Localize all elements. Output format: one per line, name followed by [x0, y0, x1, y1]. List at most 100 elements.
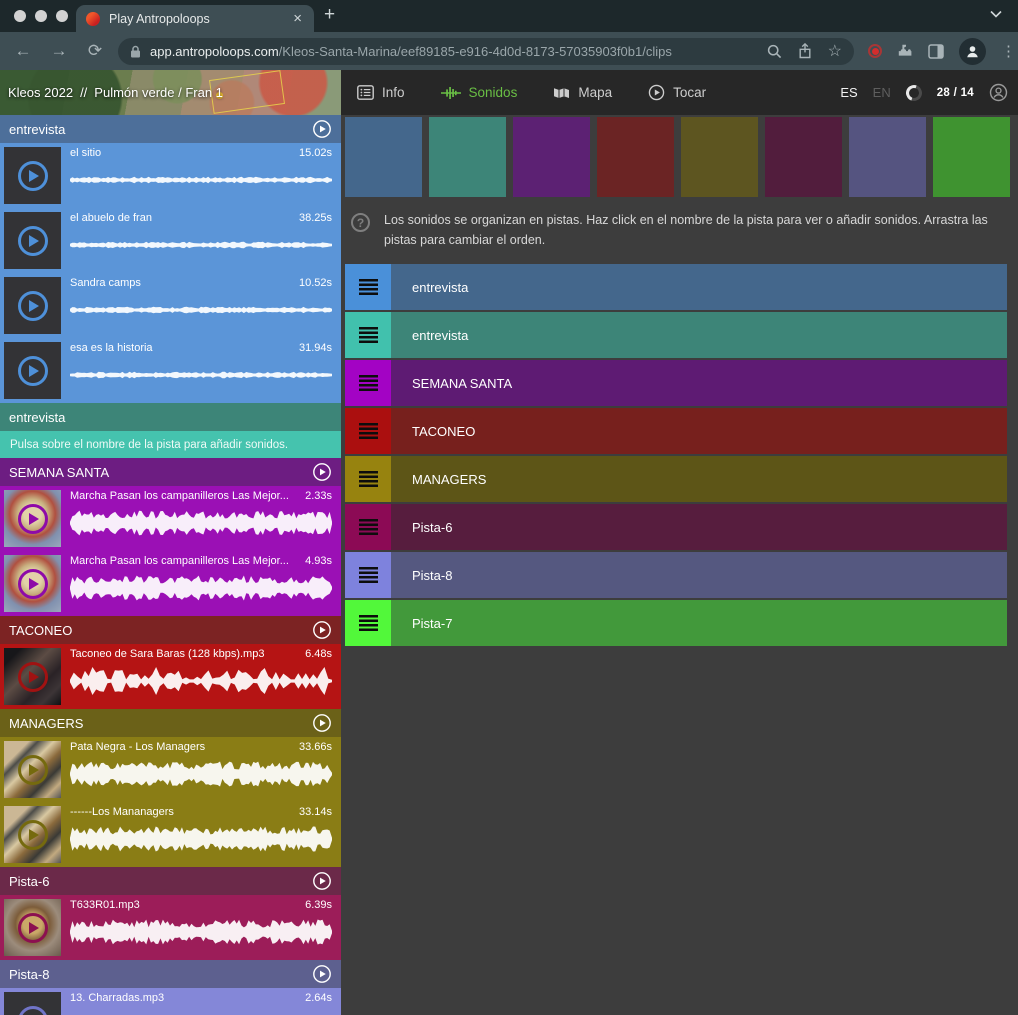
track-row[interactable]: Pista-7	[345, 600, 1007, 646]
drag-handle[interactable]	[345, 552, 391, 598]
tab-search-chevron-icon[interactable]	[990, 10, 1002, 18]
track-play-button[interactable]	[312, 119, 332, 139]
clip-play-button[interactable]	[4, 342, 61, 399]
language-toggle-es[interactable]: ES	[840, 85, 857, 100]
track-header[interactable]: entrevista	[0, 115, 341, 143]
track-color-block[interactable]	[765, 117, 842, 197]
clip-play-button[interactable]	[4, 147, 61, 204]
zoom-page-icon[interactable]	[767, 44, 782, 59]
clip-play-button[interactable]	[4, 555, 61, 612]
clip-play-button[interactable]	[4, 741, 61, 798]
track-row[interactable]: SEMANA SANTA	[345, 360, 1007, 406]
forward-button[interactable]: →	[46, 41, 72, 61]
clip-item[interactable]: esa es la historia31.94s	[0, 338, 341, 403]
track-play-button[interactable]	[312, 871, 332, 891]
nav-tab-sonidos-active[interactable]: Sonidos	[441, 85, 518, 100]
track-row[interactable]: Pista-6	[345, 504, 1007, 550]
nav-tab-info[interactable]: Info	[357, 85, 405, 100]
track-play-button[interactable]	[312, 620, 332, 640]
track-row[interactable]: MANAGERS	[345, 456, 1007, 502]
track-color-block[interactable]	[429, 117, 506, 197]
extensions-puzzle-icon[interactable]	[897, 43, 913, 59]
clip-waveform	[70, 573, 332, 603]
track-color-block[interactable]	[933, 117, 1010, 197]
clip-item[interactable]: Sandra camps10.52s	[0, 273, 341, 338]
tab-close-icon[interactable]: ×	[291, 11, 304, 26]
track-color-block[interactable]	[681, 117, 758, 197]
clip-item[interactable]: T633R01.mp36.39s	[0, 895, 341, 960]
drag-handle[interactable]	[345, 408, 391, 454]
breadcrumb-piece[interactable]: Pulmón verde / Fran 1	[94, 85, 223, 100]
clip-play-button[interactable]	[4, 490, 61, 547]
drag-handle[interactable]	[345, 264, 391, 310]
window-minimize-button[interactable]	[35, 10, 47, 22]
browser-tab[interactable]: Play Antropoloops ×	[76, 5, 314, 32]
track-play-button[interactable]	[312, 462, 332, 482]
side-panel-icon[interactable]	[928, 44, 944, 59]
clip-play-button[interactable]	[4, 277, 61, 334]
clip-play-button[interactable]	[4, 648, 61, 705]
track-row-label[interactable]: TACONEO	[412, 424, 475, 439]
back-button[interactable]: ←	[10, 41, 36, 61]
clip-item[interactable]: Marcha Pasan los campanilleros Las Mejor…	[0, 551, 341, 616]
drag-handle[interactable]	[345, 456, 391, 502]
track-clips: 13. Charradas.mp32.64s	[0, 988, 341, 1015]
clip-play-button[interactable]	[4, 899, 61, 956]
track-row[interactable]: entrevista	[345, 312, 1007, 358]
track-header[interactable]: Pista-8	[0, 960, 341, 988]
track-row[interactable]: entrevista	[345, 264, 1007, 310]
language-toggle-en[interactable]: EN	[873, 85, 891, 100]
new-tab-button[interactable]: +	[324, 4, 335, 26]
track-color-block[interactable]	[345, 117, 422, 197]
clip-item[interactable]: 13. Charradas.mp32.64s	[0, 988, 341, 1015]
account-icon[interactable]	[989, 83, 1008, 102]
record-extension-icon[interactable]	[868, 44, 882, 58]
nav-tab-tocar[interactable]: Tocar	[648, 84, 706, 101]
clip-play-button[interactable]	[4, 806, 61, 863]
project-aerial-thumbnail[interactable]: Kleos 2022 // Pulmón verde / Fran 1	[0, 70, 341, 115]
clip-item[interactable]: el sitio15.02s	[0, 143, 341, 208]
drag-handle[interactable]	[345, 312, 391, 358]
track-name: Pista-6	[9, 874, 49, 889]
clip-play-button[interactable]	[4, 992, 61, 1015]
track-play-button[interactable]	[312, 964, 332, 984]
track-row-label[interactable]: entrevista	[412, 328, 468, 343]
track-row-label[interactable]: Pista-7	[412, 616, 452, 631]
window-zoom-button[interactable]	[56, 10, 68, 22]
drag-handle[interactable]	[345, 504, 391, 550]
track-row-label[interactable]: Pista-6	[412, 520, 452, 535]
track-row[interactable]: Pista-8	[345, 552, 1007, 598]
track-row[interactable]: TACONEO	[345, 408, 1007, 454]
browser-menu-kebab-icon[interactable]: ⋮	[1001, 42, 1016, 60]
browser-profile-avatar[interactable]	[959, 38, 986, 65]
track-row-label[interactable]: SEMANA SANTA	[412, 376, 512, 391]
drag-handle[interactable]	[345, 360, 391, 406]
track-header[interactable]: SEMANA SANTA	[0, 458, 341, 486]
track-color-block[interactable]	[513, 117, 590, 197]
share-icon[interactable]	[798, 43, 812, 59]
track-row-label[interactable]: entrevista	[412, 280, 468, 295]
track-header[interactable]: entrevista	[0, 403, 341, 431]
track-header[interactable]: Pista-6	[0, 867, 341, 895]
breadcrumb-project[interactable]: Kleos 2022	[8, 85, 73, 100]
window-close-button[interactable]	[14, 10, 26, 22]
track-color-block[interactable]	[597, 117, 674, 197]
sidebar-track: TACONEOTaconeo de Sara Baras (128 kbps).…	[0, 616, 341, 709]
track-play-button[interactable]	[312, 713, 332, 733]
address-bar[interactable]: app.antropoloops.com /Kleos-Santa-Marina…	[118, 38, 854, 65]
drag-handle[interactable]	[345, 600, 391, 646]
reload-button[interactable]: ⟳	[82, 41, 108, 61]
track-header[interactable]: MANAGERS	[0, 709, 341, 737]
clip-item[interactable]: Taconeo de Sara Baras (128 kbps).mp36.48…	[0, 644, 341, 709]
clip-item[interactable]: Marcha Pasan los campanilleros Las Mejor…	[0, 486, 341, 551]
clip-play-button[interactable]	[4, 212, 61, 269]
track-color-block[interactable]	[849, 117, 926, 197]
track-header[interactable]: TACONEO	[0, 616, 341, 644]
clip-item[interactable]: Pata Negra - Los Managers33.66s	[0, 737, 341, 802]
track-row-label[interactable]: Pista-8	[412, 568, 452, 583]
clip-item[interactable]: el abuelo de fran38.25s	[0, 208, 341, 273]
track-row-label[interactable]: MANAGERS	[412, 472, 486, 487]
clip-item[interactable]: ------Los Mananagers33.14s	[0, 802, 341, 867]
nav-tab-mapa[interactable]: Mapa	[553, 85, 612, 100]
bookmark-star-icon[interactable]: ☆	[828, 41, 842, 61]
